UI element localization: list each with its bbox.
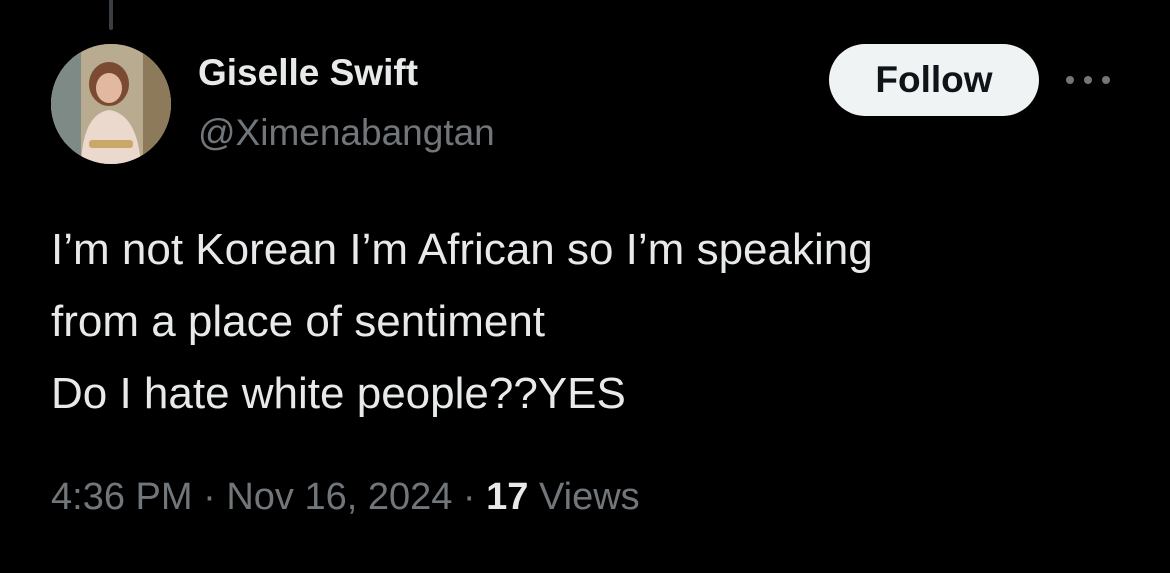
meta-separator: · (452, 476, 487, 518)
tweet-metadata: 4:36 PM · Nov 16, 2024 · 17 Views (51, 476, 640, 519)
tweet-line: I’m not Korean I’m African so I’m speaki… (51, 225, 873, 274)
meta-separator: · (192, 476, 227, 518)
more-horizontal-icon (1066, 76, 1110, 84)
tweet-line: Do I hate white people??YES (51, 369, 626, 418)
more-options-button[interactable] (1060, 64, 1116, 96)
tweet-line: from a place of sentiment (51, 297, 546, 346)
tweet-text: I’m not Korean I’m African so I’m speaki… (51, 214, 1131, 430)
avatar[interactable] (51, 44, 171, 164)
thread-connector-line (109, 0, 113, 30)
avatar-image (51, 44, 171, 164)
tweet-time[interactable]: 4:36 PM (51, 476, 193, 518)
tweet-date[interactable]: Nov 16, 2024 (226, 476, 452, 518)
author-display-name[interactable]: Giselle Swift (198, 52, 418, 94)
follow-button[interactable]: Follow (829, 44, 1039, 116)
author-handle[interactable]: @Ximenabangtan (198, 112, 495, 154)
views-count: 17 (486, 476, 529, 518)
views-label: Views (528, 476, 640, 518)
